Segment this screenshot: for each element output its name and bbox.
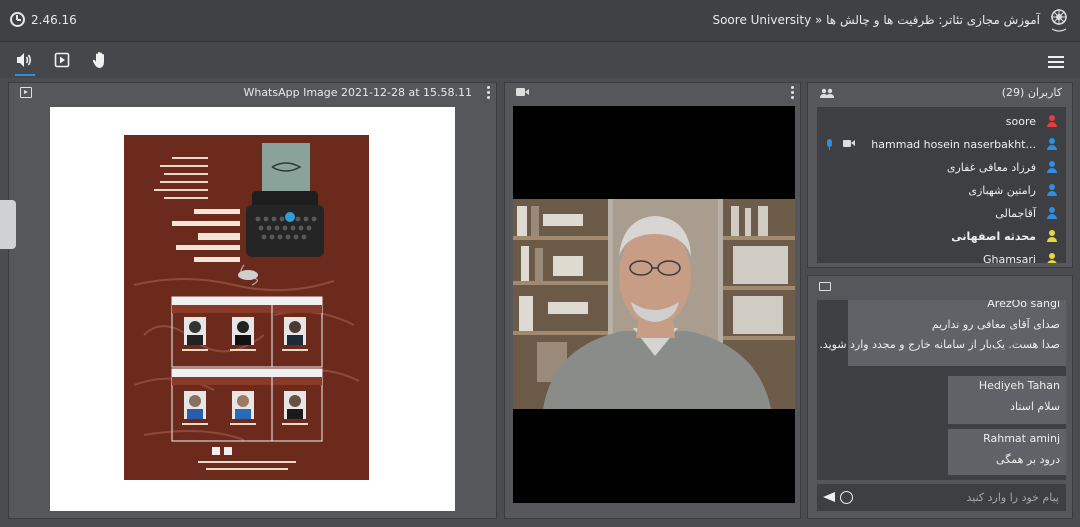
timer-text: 2.46.16: [31, 12, 77, 27]
chat-input-bar: [817, 484, 1066, 511]
chat-input[interactable]: [859, 488, 1059, 507]
presentation-header: WhatsApp Image 2021-12-28 at 15.58.11: [9, 83, 496, 103]
chat-message: ArezOo sangi صدای آقای معافی رو نداریم صدا…: [819, 300, 1066, 366]
send-icon[interactable]: [823, 492, 835, 502]
speaker-icon: [17, 53, 32, 67]
microphone-icon: [827, 139, 832, 150]
chat-message-text: صدای آقای معافی رو نداریم: [931, 318, 1060, 331]
video-camera-icon: [843, 140, 855, 147]
user-list-item[interactable]: محدثه اصفهانی: [817, 226, 1066, 248]
user-list-item[interactable]: فرزاد معافی غفاری: [817, 157, 1066, 179]
side-drawer-handle[interactable]: [0, 200, 16, 249]
user-icon: [1046, 138, 1058, 151]
speaker-button[interactable]: [14, 50, 35, 76]
users-panel: کاربران (29) soore ...hammad hosein naser…: [807, 82, 1073, 268]
user-name: فرزاد معافی غفاری: [946, 161, 1036, 174]
presentation-slide: [50, 107, 455, 511]
user-list-item[interactable]: Ghamsari: [817, 249, 1066, 263]
chat-message-text: درود بر همگی: [996, 453, 1060, 466]
poster-artwork: [133, 143, 360, 470]
chat-message-text: سلام استاد: [1010, 400, 1060, 413]
chat-message-list: ArezOo sangi صدای آقای معافی رو نداریم صدا…: [817, 300, 1066, 480]
user-list-item[interactable]: رامتین شهبازی: [817, 180, 1066, 202]
chat-message-text: صدا هست. یک‌بار از سامانه خارج و مجدد وا…: [819, 338, 1060, 351]
user-icon: [1046, 184, 1058, 197]
top-bar: 2.46.16 Soore University » آموزش مجازی ت…: [0, 0, 1080, 42]
user-icon: [1046, 161, 1058, 174]
chat-message: Hediyeh Tahan سلام استاد: [948, 376, 1066, 424]
chat-panel: ArezOo sangi صدای آقای معافی رو نداریم صدا…: [807, 275, 1073, 519]
chat-message: Rahmat aminj درود بر همگی: [948, 429, 1066, 475]
clock-icon: [10, 12, 25, 27]
webcam-frame: [513, 106, 795, 503]
user-icon: [1046, 253, 1058, 263]
users-icon: [820, 88, 834, 98]
user-name: Ghamsari: [982, 253, 1036, 263]
user-icon: [1046, 207, 1058, 220]
presentation-panel: WhatsApp Image 2021-12-28 at 15.58.11: [8, 82, 497, 519]
play-screen-icon: [54, 52, 70, 68]
university-logo: [1051, 9, 1067, 32]
presentation-title: WhatsApp Image 2021-12-28 at 15.58.11: [243, 86, 472, 99]
hamburger-icon: [1048, 56, 1064, 68]
users-count-title: کاربران (29): [1001, 86, 1062, 99]
user-icon: [1046, 230, 1058, 243]
chat-sender: Hediyeh Tahan: [978, 379, 1060, 392]
session-timer: 2.46.16: [10, 12, 77, 27]
user-icon: [1046, 115, 1058, 128]
raise-hand-button[interactable]: [90, 50, 110, 70]
chat-sender: Rahmat aminj: [983, 432, 1060, 445]
video-options-button[interactable]: [791, 86, 794, 99]
chat-header: [808, 276, 1072, 296]
user-name: محدثه اصفهانی: [951, 230, 1036, 243]
presentation-button[interactable]: [52, 50, 72, 70]
user-name: soore: [1005, 115, 1036, 128]
user-list: soore ...hammad hosein naserbakht فرزاد مع…: [817, 107, 1066, 263]
page-title: Soore University » آموزش مجازی تئاتر: ظر…: [712, 13, 1040, 27]
chat-icon: [819, 282, 831, 291]
menu-button[interactable]: [1046, 52, 1066, 72]
camera-icon: [516, 88, 529, 96]
webcam-video: [513, 106, 795, 503]
hand-icon: [92, 52, 104, 68]
user-name: رامتین شهبازی: [968, 184, 1036, 197]
user-list-item[interactable]: ...hammad hosein naserbakht: [817, 134, 1066, 156]
video-panel: [504, 82, 801, 519]
presentation-icon: [20, 87, 32, 98]
presentation-options-button[interactable]: [487, 86, 490, 99]
toolbar: [0, 42, 1080, 78]
user-list-item[interactable]: soore: [817, 111, 1066, 133]
user-name: ...hammad hosein naserbakht: [871, 138, 1036, 151]
user-name: آقاجمالی: [995, 207, 1036, 220]
user-list-item[interactable]: آقاجمالی: [817, 203, 1066, 225]
chat-sender: ArezOo sangi: [987, 300, 1060, 310]
poster-image: [124, 135, 369, 480]
users-header: کاربران (29): [808, 83, 1072, 103]
video-header: [505, 83, 800, 103]
emoji-icon[interactable]: [840, 491, 853, 504]
